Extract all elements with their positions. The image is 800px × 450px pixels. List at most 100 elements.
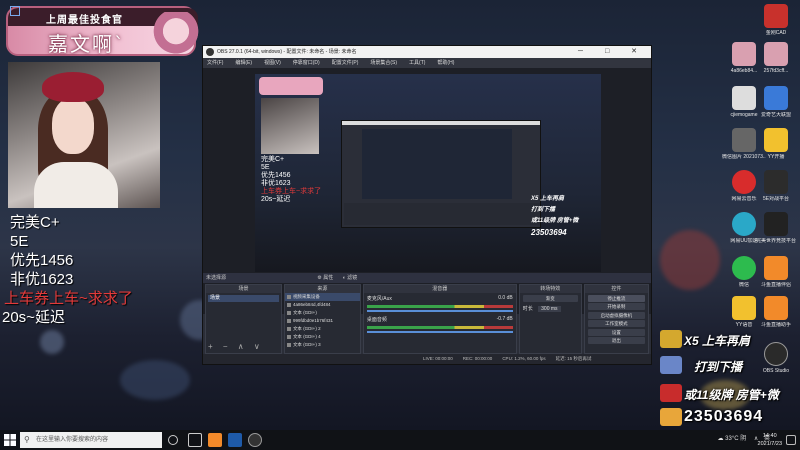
taskbar: ⚲ 在这里输入你要搜索的内容 ☁ 33°C 阴 ∧ 英 14:40 2021/7… bbox=[0, 430, 800, 450]
overlay-line-1: 完美C+ bbox=[10, 214, 60, 231]
background-bokeh bbox=[40, 330, 64, 354]
mixer-channel-mic: 麦克风/Aux 0.0 dB bbox=[366, 295, 513, 302]
source-item[interactable]: 文本 (GDI+) 4 bbox=[285, 333, 360, 341]
status-live: LIVE: 00:00:00 bbox=[423, 356, 453, 361]
source-item[interactable]: 文本 (GDI+) bbox=[285, 309, 360, 317]
background-bokeh bbox=[120, 360, 190, 400]
exit-button[interactable]: 退出 bbox=[587, 337, 645, 344]
no-source-label: 未选择源 bbox=[206, 275, 227, 281]
menu-scene-collection[interactable]: 场景集合(S) bbox=[370, 58, 397, 68]
desktop-icon-yy-live[interactable]: YY开播 bbox=[754, 128, 798, 160]
taskbar-clock[interactable]: 14:40 2021/7/23 bbox=[758, 432, 782, 448]
overlay-right-line-3: 或11级牌 房管+微 bbox=[684, 388, 779, 402]
menu-profile[interactable]: 配置文件(P) bbox=[332, 58, 359, 68]
start-recording-button[interactable]: 开始录制 bbox=[587, 303, 645, 310]
filters-button[interactable]: ◐ 滤镜 bbox=[343, 275, 357, 281]
anime-avatar bbox=[153, 12, 199, 60]
document-icon bbox=[732, 86, 756, 110]
volume-slider[interactable] bbox=[366, 331, 513, 333]
preview-canvas[interactable]: 完美C+ 5E 优先1456 非优1623 上车券上车~求求了 20s~延迟 X… bbox=[255, 74, 601, 272]
scene-list-controls[interactable]: + − ∧ ∨ bbox=[208, 342, 264, 351]
menu-tools[interactable]: 工具(T) bbox=[409, 58, 425, 68]
cad-icon bbox=[764, 4, 788, 28]
window-controls[interactable]: ─ □ ✕ bbox=[578, 46, 647, 58]
source-toolbar: 未选择源 ⚙ 属性 ◐ 滤镜 bbox=[203, 273, 651, 283]
desktop-icon-5e[interactable]: 5E对战平台 bbox=[754, 170, 798, 202]
transition-duration: 时长 300 ms bbox=[520, 303, 581, 314]
douyu-taskbar-icon[interactable] bbox=[208, 433, 222, 447]
scene-item[interactable]: 场景 bbox=[208, 295, 279, 302]
overlay-line-4: 非优1623 bbox=[10, 271, 74, 288]
source-item[interactable]: 文本 (GDI+) 2 bbox=[285, 325, 360, 333]
yy-icon bbox=[764, 128, 788, 152]
properties-button[interactable]: ⚙ 属性 bbox=[317, 275, 333, 281]
desktop-icon-iqiyi[interactable]: 爱奇艺大联盟 bbox=[754, 86, 798, 118]
audio-meter bbox=[366, 326, 513, 329]
transitions-dock: 转场特效 渐变 时长 300 ms bbox=[518, 284, 582, 354]
cortana-icon[interactable] bbox=[168, 435, 178, 445]
status-rec: REC: 00:00:00 bbox=[462, 356, 493, 361]
desktop-icon-obs[interactable]: OBS Studio bbox=[754, 342, 798, 374]
game-platform-icon bbox=[764, 212, 788, 236]
obs-taskbar-icon[interactable] bbox=[248, 433, 262, 447]
mixer-dock-header: 混音器 bbox=[363, 285, 516, 293]
streamer-name: 嘉文啊` bbox=[48, 32, 126, 56]
source-item[interactable]: 视频采集设备 bbox=[284, 293, 360, 301]
desktop-icon-perfect-world[interactable]: 完美世界竞技平台 bbox=[754, 212, 798, 244]
notification-icon[interactable] bbox=[786, 435, 796, 445]
overlay-line-2: 5E bbox=[10, 233, 29, 250]
recycle-bin-icon[interactable] bbox=[10, 6, 20, 16]
stop-streaming-button[interactable]: 停止推流 bbox=[587, 294, 645, 302]
source-item[interactable]: 文本 (GDI+) 3 bbox=[285, 341, 360, 349]
music-icon bbox=[732, 170, 756, 194]
transitions-dock-header: 转场特效 bbox=[519, 285, 581, 293]
virtual-camera-button[interactable]: 启动虚拟摄像机 bbox=[587, 311, 645, 319]
menu-docks[interactable]: 停靠窗口(D) bbox=[293, 58, 320, 68]
preview-right-overlay: X5 上车再肩 打到下播 或11级牌 房管+微 23503694 bbox=[531, 196, 579, 237]
settings-button[interactable]: 设置 bbox=[587, 328, 645, 336]
menu-edit[interactable]: 编辑(E) bbox=[235, 58, 252, 68]
background-bokeh bbox=[660, 230, 720, 290]
overlay-right-line-1: X5 上车再肩 bbox=[684, 334, 751, 348]
overlay-red-line: 上车券上车~求求了 bbox=[4, 290, 133, 307]
windows-start-icon[interactable] bbox=[4, 434, 16, 446]
app-taskbar-icon[interactable] bbox=[228, 433, 242, 447]
obs-window[interactable]: OBS 27.0.1 (64-bit, windows) - 配置文件: 未命名… bbox=[202, 45, 652, 365]
preview-overlay-text: 完美C+ 5E 优先1456 非优1623 上车券上车~求求了 20s~延迟 bbox=[261, 156, 322, 203]
scenes-dock-header: 场景 bbox=[206, 285, 281, 293]
studio-mode-button[interactable]: 工作室模式 bbox=[587, 320, 645, 327]
image-file-icon bbox=[732, 128, 756, 152]
penguin-icon bbox=[660, 408, 682, 426]
accelerator-icon bbox=[732, 212, 756, 236]
desktop-icon-image-2[interactable]: 257fd3cff... bbox=[754, 42, 798, 74]
douyu-icon bbox=[764, 256, 788, 280]
fire-icon bbox=[660, 384, 682, 402]
webcam-feed bbox=[8, 62, 160, 208]
overlay-right-line-2: 打到下播 bbox=[694, 360, 743, 374]
volume-slider[interactable] bbox=[366, 310, 513, 312]
transition-select[interactable]: 渐变 bbox=[522, 294, 578, 302]
weather-cloud-icon: ☁ bbox=[717, 436, 724, 442]
mixer-dock: 混音器 麦克风/Aux 0.0 dB 桌面音频 -0.7 dB bbox=[362, 284, 517, 354]
desktop-icon-douyu-2[interactable]: 斗鱼直播助手 bbox=[754, 296, 798, 328]
obs-menubar: 文件(F) 编辑(E) 视图(V) 停靠窗口(D) 配置文件(P) 场景集合(S… bbox=[203, 58, 651, 68]
overlay-right-line-4: 23503694 bbox=[684, 408, 764, 425]
desktop-icon-cad[interactable]: 金刚CAD bbox=[754, 4, 798, 36]
taskbar-search-input[interactable]: ⚲ 在这里输入你要搜索的内容 bbox=[20, 432, 162, 448]
menu-help[interactable]: 帮助(H) bbox=[437, 58, 454, 68]
obs-statusbar: LIVE: 00:00:00 REC: 00:00:00 CPU: 1.2%, … bbox=[203, 354, 651, 364]
obs-titlebar[interactable]: OBS 27.0.1 (64-bit, windows) - 配置文件: 未命名… bbox=[203, 46, 651, 58]
x5-badge-icon bbox=[660, 330, 682, 348]
source-item[interactable]: 4a86eb84d,4fd484 bbox=[285, 301, 360, 309]
menu-view[interactable]: 视图(V) bbox=[264, 58, 281, 68]
preview-nested-obs bbox=[341, 120, 541, 228]
obs-icon bbox=[764, 342, 788, 366]
menu-file[interactable]: 文件(F) bbox=[207, 58, 223, 68]
preview-webcam bbox=[261, 98, 319, 154]
source-item[interactable]: 999fdbd0e1b76f431 bbox=[285, 317, 360, 325]
star-app-icon bbox=[764, 86, 788, 110]
banner-title: 上周最佳投食官 bbox=[46, 15, 123, 26]
5e-icon bbox=[764, 170, 788, 194]
desktop-icon-douyu-1[interactable]: 斗鱼直播伴侣 bbox=[754, 256, 798, 288]
task-view-icon[interactable] bbox=[188, 433, 202, 447]
